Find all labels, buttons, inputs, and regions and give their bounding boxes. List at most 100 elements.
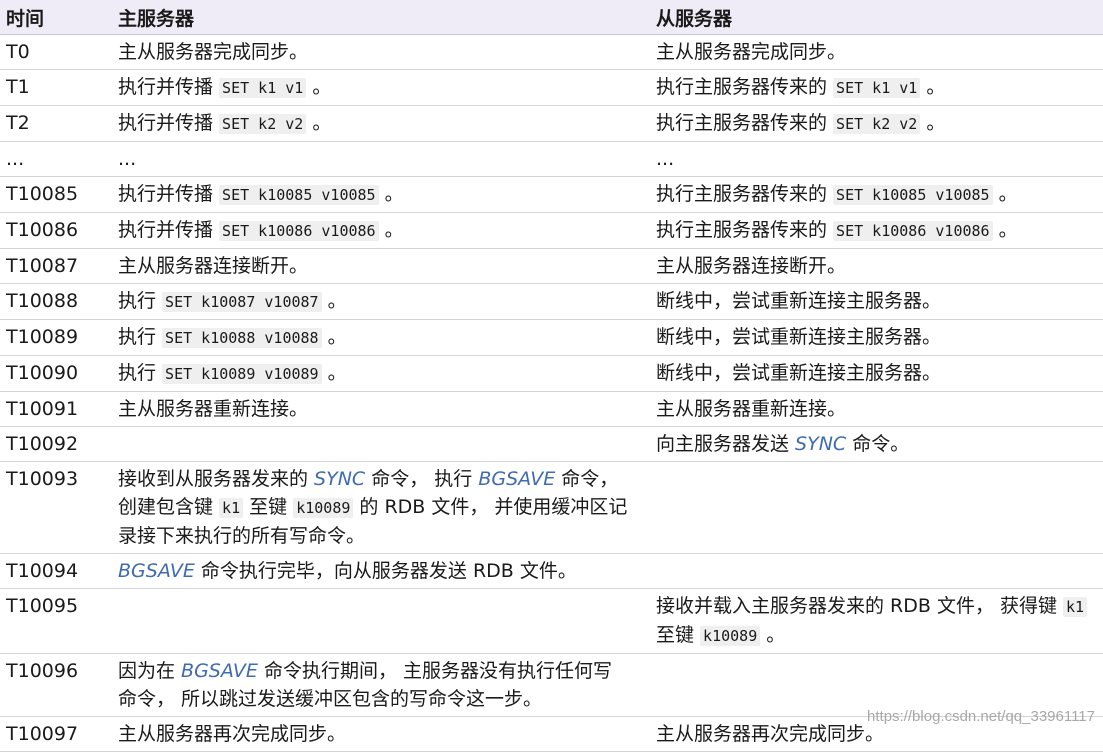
cell-text: 断线中，尝试重新连接主服务器。 <box>656 326 941 348</box>
cell-text: 。 <box>993 183 1018 205</box>
cell-slave <box>650 462 1103 554</box>
cell-text: 。 <box>920 112 945 134</box>
cell-master: 因为在 BGSAVE 命令执行期间， 主服务器没有执行任何写命令， 所以跳过发送… <box>112 654 650 717</box>
cell-text: ... <box>656 148 674 170</box>
cell-time: T10096 <box>0 654 112 717</box>
table-row: T10095接收并载入主服务器发来的 RDB 文件， 获得键 k1 至键 k10… <box>0 589 1103 654</box>
cell-master <box>112 589 650 654</box>
watermark-text: https://blog.csdn.net/qq_33961117 <box>867 708 1095 725</box>
code-inline: SET k10086 v10086 <box>219 221 379 241</box>
cell-master <box>112 427 650 462</box>
table-row: T1执行并传播 SET k1 v1 。执行主服务器传来的 SET k1 v1 。 <box>0 70 1103 106</box>
cell-text: 执行主服务器传来的 <box>656 112 833 134</box>
cell-time: T10092 <box>0 427 112 462</box>
cell-text: 主从服务器完成同步。 <box>118 41 308 63</box>
cell-text: 断线中，尝试重新连接主服务器。 <box>656 290 941 312</box>
cell-master-content: BGSAVE 命令执行完毕，向从服务器发送 RDB 文件。 <box>118 557 628 585</box>
cell-slave: 主从服务器连接断开。 <box>650 249 1103 284</box>
header-slave: 从服务器 <box>650 0 1103 35</box>
cell-text: 。 <box>760 624 785 646</box>
cell-text: 主从服务器再次完成同步。 <box>118 723 346 745</box>
code-inline: k1 <box>1063 597 1087 617</box>
table-row: ......... <box>0 142 1103 177</box>
cell-master-content: 主从服务器完成同步。 <box>118 38 628 66</box>
cell-text: 执行 <box>118 362 162 384</box>
cell-slave: 执行主服务器传来的 SET k1 v1 。 <box>650 70 1103 106</box>
cell-master-content: 执行 SET k10088 v10088 。 <box>118 323 628 352</box>
cell-text: 至键 <box>656 624 700 646</box>
cell-master: 执行 SET k10088 v10088 。 <box>112 320 650 356</box>
code-inline: SET k10086 v10086 <box>833 221 993 241</box>
cell-text: 执行并传播 <box>118 112 219 134</box>
cell-text: 至键 <box>243 496 293 518</box>
table-header-row: 时间 主服务器 从服务器 <box>0 0 1103 35</box>
command-name: BGSAVE <box>118 560 195 582</box>
table-row: T10091 主从服务器重新连接。 主从服务器重新连接。 <box>0 392 1103 427</box>
cell-text: 主从服务器再次完成同步。 <box>656 723 884 745</box>
cell-text: 主从服务器重新连接。 <box>656 398 846 420</box>
cell-text: 执行并传播 <box>118 183 219 205</box>
command-name: SYNC <box>314 468 365 490</box>
cell-master-content: 执行并传播 SET k2 v2 。 <box>118 109 628 138</box>
cell-text: 。 <box>993 219 1018 241</box>
cell-master-content: 执行 SET k10089 v10089 。 <box>118 359 628 388</box>
cell-time: T10094 <box>0 554 112 589</box>
cell-master-content: 执行并传播 SET k10086 v10086 。 <box>118 216 628 245</box>
cell-text: 向主服务器发送 <box>656 433 795 455</box>
cell-slave: 向主服务器发送 SYNC 命令。 <box>650 427 1103 462</box>
cell-text: 执行主服务器传来的 <box>656 183 833 205</box>
header-master: 主服务器 <box>112 0 650 35</box>
cell-slave: 主从服务器完成同步。 <box>650 35 1103 70</box>
code-inline: SET k1 v1 <box>219 78 306 98</box>
cell-time: T10087 <box>0 249 112 284</box>
cell-time: T10095 <box>0 589 112 654</box>
command-name: SYNC <box>795 433 846 455</box>
cell-time: T10091 <box>0 392 112 427</box>
cell-text: 断线中，尝试重新连接主服务器。 <box>656 362 941 384</box>
cell-text: 主从服务器重新连接。 <box>118 398 308 420</box>
cell-master-content: 因为在 BGSAVE 命令执行期间， 主服务器没有执行任何写命令， 所以跳过发送… <box>118 657 628 713</box>
table-body: T0主从服务器完成同步。主从服务器完成同步。T1执行并传播 SET k1 v1 … <box>0 35 1103 752</box>
cell-time: T10090 <box>0 356 112 392</box>
code-inline: SET k10085 v10085 <box>833 185 993 205</box>
cell-master: BGSAVE 命令执行完毕，向从服务器发送 RDB 文件。 <box>112 554 650 589</box>
table-row: T10092 向主服务器发送 SYNC 命令。 <box>0 427 1103 462</box>
cell-slave: 执行主服务器传来的 SET k2 v2 。 <box>650 106 1103 142</box>
cell-master-content: 执行并传播 SET k1 v1 。 <box>118 73 628 102</box>
cell-time: T0 <box>0 35 112 70</box>
cell-master-content: 主从服务器连接断开。 <box>118 252 628 280</box>
cell-master-content: 接收到从服务器发来的 SYNC 命令， 执行 BGSAVE 命令， 创建包含键 … <box>118 465 628 550</box>
code-inline: SET k2 v2 <box>219 114 306 134</box>
table-row: T10085执行并传播 SET k10085 v10085 。执行主服务器传来的… <box>0 177 1103 213</box>
command-name: BGSAVE <box>478 468 555 490</box>
cell-text: 主从服务器连接断开。 <box>656 255 846 277</box>
cell-time: ... <box>0 142 112 177</box>
table-row: T10090执行 SET k10089 v10089 。 断线中，尝试重新连接主服… <box>0 356 1103 392</box>
cell-text: 。 <box>322 362 347 384</box>
command-name: BGSAVE <box>181 660 258 682</box>
cell-master-content: ... <box>118 145 628 173</box>
table-row: T10093接收到从服务器发来的 SYNC 命令， 执行 BGSAVE 命令， … <box>0 462 1103 554</box>
cell-text: 命令执行完毕，向从服务器发送 RDB 文件。 <box>195 560 577 582</box>
cell-text: 命令。 <box>846 433 909 455</box>
cell-slave: 执行主服务器传来的 SET k10086 v10086 。 <box>650 213 1103 249</box>
cell-slave <box>650 554 1103 589</box>
code-inline: SET k2 v2 <box>833 114 920 134</box>
cell-text: 执行并传播 <box>118 219 219 241</box>
cell-master: 主从服务器连接断开。 <box>112 249 650 284</box>
code-inline: SET k10088 v10088 <box>162 328 322 348</box>
cell-time: T10097 <box>0 717 112 752</box>
cell-text: 执行主服务器传来的 <box>656 76 833 98</box>
header-time: 时间 <box>0 0 112 35</box>
cell-master-content: 执行 SET k10087 v10087 。 <box>118 287 628 316</box>
code-inline: k10089 <box>293 498 353 518</box>
cell-master: 执行 SET k10089 v10089 。 <box>112 356 650 392</box>
cell-text: 主从服务器完成同步。 <box>656 41 846 63</box>
table-row: T10088执行 SET k10087 v10087 。断线中，尝试重新连接主服… <box>0 284 1103 320</box>
cell-master: 执行 SET k10087 v10087 。 <box>112 284 650 320</box>
sync-timeline-table: 时间 主服务器 从服务器 T0主从服务器完成同步。主从服务器完成同步。T1执行并… <box>0 0 1103 752</box>
cell-master: 执行并传播 SET k10085 v10085 。 <box>112 177 650 213</box>
table-row: T10087 主从服务器连接断开。 主从服务器连接断开。 <box>0 249 1103 284</box>
cell-time: T10093 <box>0 462 112 554</box>
cell-text: 主从服务器连接断开。 <box>118 255 308 277</box>
